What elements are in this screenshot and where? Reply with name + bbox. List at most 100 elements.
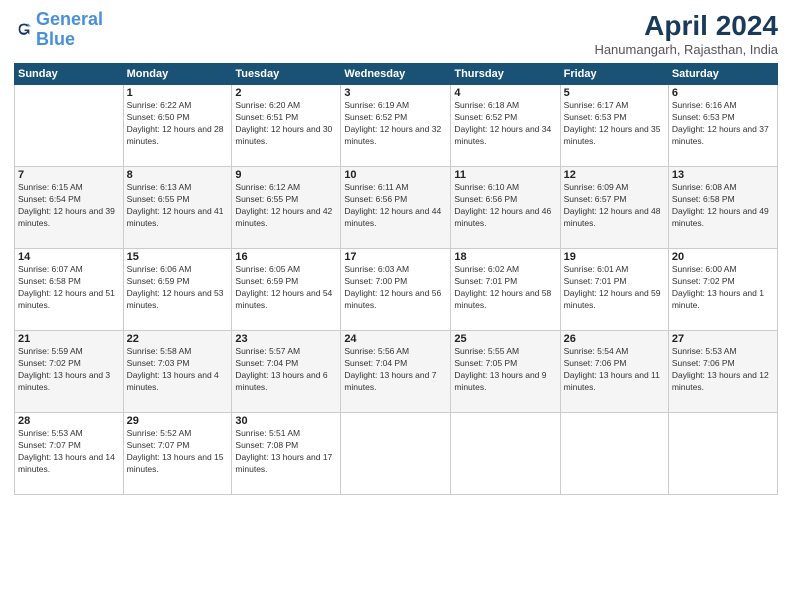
day-number: 12 (564, 169, 665, 181)
day-header-saturday: Saturday (668, 64, 777, 85)
day-header-sunday: Sunday (15, 64, 124, 85)
logo-icon (16, 21, 32, 37)
day-number: 23 (235, 333, 337, 345)
calendar-cell: 30Sunrise: 5:51 AMSunset: 7:08 PMDayligh… (232, 413, 341, 495)
calendar-cell: 4Sunrise: 6:18 AMSunset: 6:52 PMDaylight… (451, 85, 560, 167)
page: General Blue April 2024 Hanumangarh, Raj… (0, 0, 792, 612)
calendar-cell: 17Sunrise: 6:03 AMSunset: 7:00 PMDayligh… (341, 249, 451, 331)
day-number: 16 (235, 251, 337, 263)
day-header-wednesday: Wednesday (341, 64, 451, 85)
day-number: 24 (344, 333, 447, 345)
day-number: 13 (672, 169, 774, 181)
title-section: April 2024 Hanumangarh, Rajasthan, India (594, 10, 778, 57)
day-info: Sunrise: 6:10 AMSunset: 6:56 PMDaylight:… (454, 182, 556, 230)
day-info: Sunrise: 6:20 AMSunset: 6:51 PMDaylight:… (235, 100, 337, 148)
calendar-header-row: SundayMondayTuesdayWednesdayThursdayFrid… (15, 64, 778, 85)
day-info: Sunrise: 6:11 AMSunset: 6:56 PMDaylight:… (344, 182, 447, 230)
day-info: Sunrise: 6:15 AMSunset: 6:54 PMDaylight:… (18, 182, 120, 230)
subtitle: Hanumangarh, Rajasthan, India (594, 42, 778, 57)
calendar-week-5: 28Sunrise: 5:53 AMSunset: 7:07 PMDayligh… (15, 413, 778, 495)
day-number: 1 (127, 87, 229, 99)
calendar-cell: 20Sunrise: 6:00 AMSunset: 7:02 PMDayligh… (668, 249, 777, 331)
day-number: 9 (235, 169, 337, 181)
calendar-cell: 27Sunrise: 5:53 AMSunset: 7:06 PMDayligh… (668, 331, 777, 413)
day-number: 20 (672, 251, 774, 263)
day-info: Sunrise: 5:59 AMSunset: 7:02 PMDaylight:… (18, 346, 120, 394)
day-number: 15 (127, 251, 229, 263)
day-header-thursday: Thursday (451, 64, 560, 85)
day-info: Sunrise: 6:12 AMSunset: 6:55 PMDaylight:… (235, 182, 337, 230)
calendar-cell: 5Sunrise: 6:17 AMSunset: 6:53 PMDaylight… (560, 85, 668, 167)
day-number: 6 (672, 87, 774, 99)
day-number: 27 (672, 333, 774, 345)
calendar-cell: 19Sunrise: 6:01 AMSunset: 7:01 PMDayligh… (560, 249, 668, 331)
calendar-cell: 15Sunrise: 6:06 AMSunset: 6:59 PMDayligh… (123, 249, 232, 331)
day-info: Sunrise: 6:17 AMSunset: 6:53 PMDaylight:… (564, 100, 665, 148)
calendar-cell: 24Sunrise: 5:56 AMSunset: 7:04 PMDayligh… (341, 331, 451, 413)
calendar-cell (341, 413, 451, 495)
calendar-cell: 14Sunrise: 6:07 AMSunset: 6:58 PMDayligh… (15, 249, 124, 331)
calendar-cell: 23Sunrise: 5:57 AMSunset: 7:04 PMDayligh… (232, 331, 341, 413)
day-info: Sunrise: 6:05 AMSunset: 6:59 PMDaylight:… (235, 264, 337, 312)
day-number: 8 (127, 169, 229, 181)
day-number: 29 (127, 415, 229, 427)
day-info: Sunrise: 5:52 AMSunset: 7:07 PMDaylight:… (127, 428, 229, 476)
day-info: Sunrise: 6:02 AMSunset: 7:01 PMDaylight:… (454, 264, 556, 312)
day-number: 5 (564, 87, 665, 99)
day-header-friday: Friday (560, 64, 668, 85)
day-info: Sunrise: 6:08 AMSunset: 6:58 PMDaylight:… (672, 182, 774, 230)
calendar-cell: 13Sunrise: 6:08 AMSunset: 6:58 PMDayligh… (668, 167, 777, 249)
day-number: 4 (454, 87, 556, 99)
day-info: Sunrise: 6:06 AMSunset: 6:59 PMDaylight:… (127, 264, 229, 312)
calendar-cell: 26Sunrise: 5:54 AMSunset: 7:06 PMDayligh… (560, 331, 668, 413)
day-number: 3 (344, 87, 447, 99)
day-number: 2 (235, 87, 337, 99)
calendar-cell: 29Sunrise: 5:52 AMSunset: 7:07 PMDayligh… (123, 413, 232, 495)
day-info: Sunrise: 6:16 AMSunset: 6:53 PMDaylight:… (672, 100, 774, 148)
day-number: 22 (127, 333, 229, 345)
day-info: Sunrise: 5:53 AMSunset: 7:06 PMDaylight:… (672, 346, 774, 394)
calendar-cell: 3Sunrise: 6:19 AMSunset: 6:52 PMDaylight… (341, 85, 451, 167)
day-number: 30 (235, 415, 337, 427)
calendar-week-4: 21Sunrise: 5:59 AMSunset: 7:02 PMDayligh… (15, 331, 778, 413)
calendar-cell (451, 413, 560, 495)
day-number: 18 (454, 251, 556, 263)
calendar-cell: 6Sunrise: 6:16 AMSunset: 6:53 PMDaylight… (668, 85, 777, 167)
day-info: Sunrise: 5:55 AMSunset: 7:05 PMDaylight:… (454, 346, 556, 394)
day-number: 10 (344, 169, 447, 181)
day-info: Sunrise: 6:01 AMSunset: 7:01 PMDaylight:… (564, 264, 665, 312)
calendar-cell: 28Sunrise: 5:53 AMSunset: 7:07 PMDayligh… (15, 413, 124, 495)
day-info: Sunrise: 6:18 AMSunset: 6:52 PMDaylight:… (454, 100, 556, 148)
day-info: Sunrise: 6:13 AMSunset: 6:55 PMDaylight:… (127, 182, 229, 230)
day-number: 17 (344, 251, 447, 263)
logo-text: General Blue (36, 10, 103, 50)
calendar-cell (668, 413, 777, 495)
calendar-cell: 25Sunrise: 5:55 AMSunset: 7:05 PMDayligh… (451, 331, 560, 413)
calendar-cell: 22Sunrise: 5:58 AMSunset: 7:03 PMDayligh… (123, 331, 232, 413)
day-info: Sunrise: 6:09 AMSunset: 6:57 PMDaylight:… (564, 182, 665, 230)
calendar-cell: 1Sunrise: 6:22 AMSunset: 6:50 PMDaylight… (123, 85, 232, 167)
calendar-cell: 21Sunrise: 5:59 AMSunset: 7:02 PMDayligh… (15, 331, 124, 413)
calendar-cell: 10Sunrise: 6:11 AMSunset: 6:56 PMDayligh… (341, 167, 451, 249)
day-number: 14 (18, 251, 120, 263)
day-info: Sunrise: 6:00 AMSunset: 7:02 PMDaylight:… (672, 264, 774, 312)
day-info: Sunrise: 5:56 AMSunset: 7:04 PMDaylight:… (344, 346, 447, 394)
month-title: April 2024 (594, 10, 778, 42)
day-number: 25 (454, 333, 556, 345)
day-info: Sunrise: 6:03 AMSunset: 7:00 PMDaylight:… (344, 264, 447, 312)
day-info: Sunrise: 6:19 AMSunset: 6:52 PMDaylight:… (344, 100, 447, 148)
day-header-tuesday: Tuesday (232, 64, 341, 85)
calendar-cell (560, 413, 668, 495)
day-number: 28 (18, 415, 120, 427)
calendar-cell: 7Sunrise: 6:15 AMSunset: 6:54 PMDaylight… (15, 167, 124, 249)
header: General Blue April 2024 Hanumangarh, Raj… (14, 10, 778, 57)
day-info: Sunrise: 5:54 AMSunset: 7:06 PMDaylight:… (564, 346, 665, 394)
calendar-cell: 12Sunrise: 6:09 AMSunset: 6:57 PMDayligh… (560, 167, 668, 249)
day-number: 26 (564, 333, 665, 345)
calendar-cell: 11Sunrise: 6:10 AMSunset: 6:56 PMDayligh… (451, 167, 560, 249)
calendar-week-3: 14Sunrise: 6:07 AMSunset: 6:58 PMDayligh… (15, 249, 778, 331)
day-number: 11 (454, 169, 556, 181)
day-info: Sunrise: 5:57 AMSunset: 7:04 PMDaylight:… (235, 346, 337, 394)
day-number: 7 (18, 169, 120, 181)
calendar-table: SundayMondayTuesdayWednesdayThursdayFrid… (14, 63, 778, 495)
